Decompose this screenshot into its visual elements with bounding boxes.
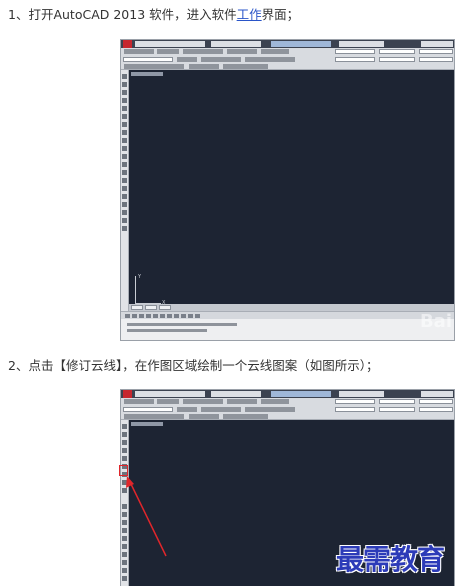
- red-arrow-icon: [126, 476, 167, 557]
- site-watermark: 最需教育: [336, 543, 445, 576]
